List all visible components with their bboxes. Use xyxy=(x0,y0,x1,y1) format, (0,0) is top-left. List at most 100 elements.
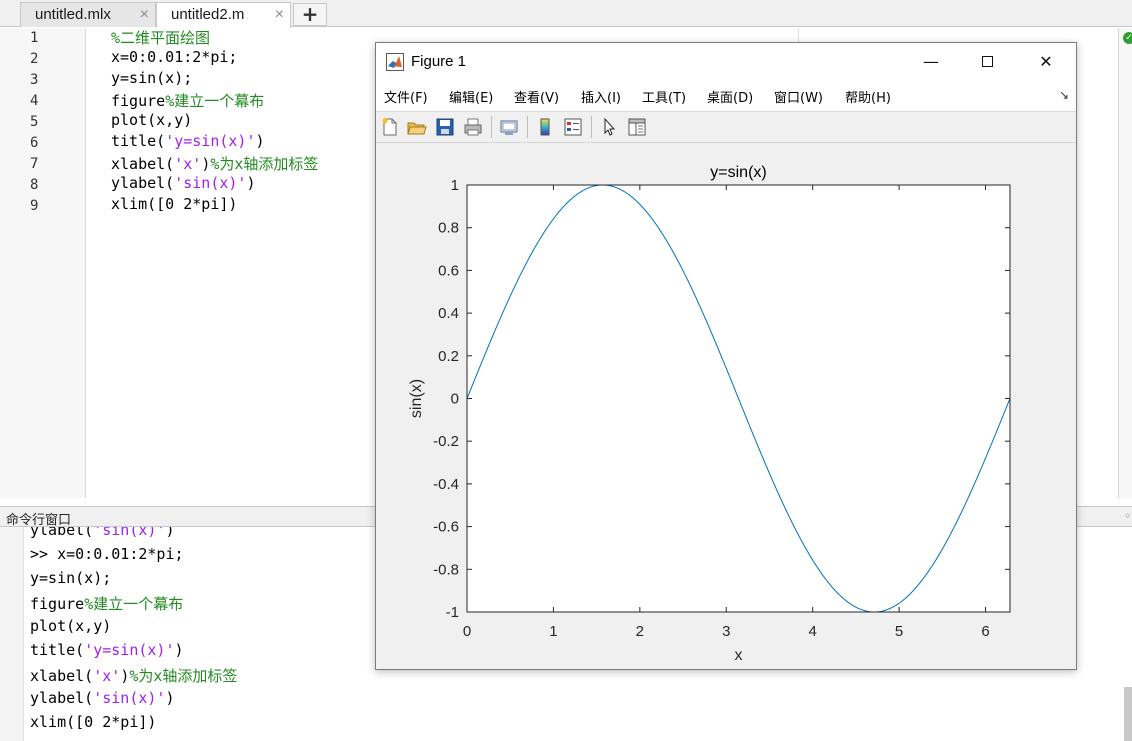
menu-insert[interactable]: 插入(I) xyxy=(581,87,621,106)
y-tick-label: 0.4 xyxy=(438,305,459,322)
new-figure-icon[interactable] xyxy=(379,116,401,138)
code-line: title('y=sin(x)') xyxy=(111,132,265,150)
command-window-title: 命令行窗口 xyxy=(6,513,72,528)
tab-untitled-mlx[interactable]: untitled.mlx × xyxy=(20,2,156,27)
y-tick-label: -0.2 xyxy=(433,433,459,450)
x-tick-label: 6 xyxy=(981,623,989,640)
insert-colorbar-icon[interactable] xyxy=(534,116,556,138)
code-token: ) xyxy=(165,527,175,539)
line-number: 5 xyxy=(30,114,39,130)
code-comment: %建立一个幕布 xyxy=(84,595,184,613)
line-number-gutter: 1 2 3 4 5 6 7 8 9 xyxy=(0,28,86,498)
code-analyzer-ok-icon[interactable]: ✓ xyxy=(1123,32,1132,44)
menu-help[interactable]: 帮助(H) xyxy=(845,87,891,106)
edit-plot-pointer-icon[interactable] xyxy=(599,116,621,138)
code-token: y=sin(x); xyxy=(111,69,193,87)
line-number: 6 xyxy=(30,135,39,151)
toolbar-separator xyxy=(491,116,492,138)
add-tab-button[interactable]: + xyxy=(293,3,327,26)
code-token: y=sin(x); xyxy=(30,569,112,587)
menu-desktop[interactable]: 桌面(D) xyxy=(707,87,753,106)
code-comment: %二维平面绘图 xyxy=(111,29,211,47)
close-tab-icon[interactable]: × xyxy=(140,3,149,26)
figure-title: Figure 1 xyxy=(411,53,467,70)
dock-figure-icon[interactable]: ↘ xyxy=(1059,88,1069,102)
menu-window[interactable]: 窗口(W) xyxy=(774,87,823,106)
line-number: 9 xyxy=(30,198,39,214)
code-token: plot(x,y) xyxy=(30,617,112,635)
property-editor-icon[interactable] xyxy=(626,116,648,138)
y-tick-label: -0.6 xyxy=(433,519,459,536)
command-line: title('y=sin(x)') xyxy=(30,641,184,659)
tab-untitled2-m[interactable]: untitled2.m × xyxy=(156,2,291,28)
code-string: 'sin(x)' xyxy=(93,527,166,539)
save-icon[interactable] xyxy=(434,116,456,138)
code-line: plot(x,y) xyxy=(111,111,192,129)
x-tick-label: 2 xyxy=(636,623,644,640)
plot-title: y=sin(x) xyxy=(710,164,766,181)
minimize-button[interactable]: — xyxy=(908,49,954,75)
figure-menubar: 文件(F) 编辑(E) 查看(V) 插入(I) 工具(T) 桌面(D) 窗口(W… xyxy=(376,81,1076,111)
tab-label: untitled2.m xyxy=(171,6,245,23)
code-string: 'sin(x)' xyxy=(93,689,166,707)
code-token: ) xyxy=(201,155,211,173)
code-token: xlim([0 2*pi]) xyxy=(30,713,157,731)
close-tab-icon[interactable]: × xyxy=(275,3,284,26)
code-line: y=sin(x); xyxy=(111,69,192,87)
code-token: ) xyxy=(120,667,130,685)
command-window-scrollbar[interactable] xyxy=(1124,687,1132,741)
open-file-icon[interactable] xyxy=(406,116,428,138)
y-tick-label: 1 xyxy=(451,177,459,194)
menu-view[interactable]: 查看(V) xyxy=(514,87,559,106)
code-token: figure xyxy=(30,595,85,613)
menu-file[interactable]: 文件(F) xyxy=(384,87,428,106)
figure-titlebar[interactable]: Figure 1 — ✕ xyxy=(376,43,1076,81)
print-icon[interactable] xyxy=(462,116,484,138)
command-line: xlabel('x')%为x轴添加标签 xyxy=(30,665,237,686)
line-number: 1 xyxy=(30,30,39,46)
code-line: x=0:0.01:2*pi; xyxy=(111,48,237,66)
editor-tab-strip: untitled.mlx × untitled2.m × + xyxy=(0,0,1132,28)
code-token: ylabel( xyxy=(30,689,94,707)
figure-toolbar xyxy=(376,111,1076,143)
line-number: 3 xyxy=(30,72,39,88)
menu-tools[interactable]: 工具(T) xyxy=(642,87,686,106)
code-token: xlim([0 2*pi]) xyxy=(111,195,238,213)
code-token: ) xyxy=(165,689,175,707)
x-tick-label: 5 xyxy=(895,623,903,640)
menu-edit[interactable]: 编辑(E) xyxy=(449,87,493,106)
y-tick-label: 0 xyxy=(451,391,459,408)
code-token: title( xyxy=(111,132,166,150)
editor-status-bar xyxy=(1118,28,1132,498)
y-tick-label: -0.8 xyxy=(433,561,459,578)
code-token: ) xyxy=(246,174,256,192)
code-comment: %为x轴添加标签 xyxy=(210,155,319,173)
y-tick-label: -0.4 xyxy=(433,476,459,493)
command-line: xlim([0 2*pi]) xyxy=(30,713,156,731)
tab-label: untitled.mlx xyxy=(35,6,111,23)
command-window-gutter xyxy=(0,527,24,741)
plot-axes[interactable]: 0 1 2 3 4 5 6-1-0.8-0.6-0.4-0.200.20.40.60.81 … xyxy=(376,144,1076,669)
close-button[interactable]: ✕ xyxy=(1023,49,1069,75)
y-tick-label: -1 xyxy=(446,604,459,621)
figure-canvas[interactable]: 0 1 2 3 4 5 6 -1 -0.8 -0.6 -0.4 -0.2 0 0.2 0.4 0.6 0.8 1 … xyxy=(376,144,1076,669)
code-string: 'sin(x)' xyxy=(174,174,247,192)
x-tick-label: 1 xyxy=(549,623,557,640)
insert-legend-icon[interactable] xyxy=(562,116,584,138)
command-line: y=sin(x); xyxy=(30,569,111,587)
line-number: 8 xyxy=(30,177,39,193)
line-number: 7 xyxy=(30,156,39,172)
collapse-panel-icon[interactable]: ◦ xyxy=(1124,509,1131,523)
code-string: 'x' xyxy=(174,155,202,173)
maximize-icon xyxy=(982,56,993,67)
code-line: %二维平面绘图 xyxy=(111,27,210,48)
x-tick-label: 4 xyxy=(809,623,817,640)
y-tick-label: 0.8 xyxy=(438,220,459,237)
code-token: xlabel( xyxy=(111,155,175,173)
toolbar-separator xyxy=(527,116,528,138)
code-token: plot(x,y) xyxy=(111,111,193,129)
maximize-button[interactable] xyxy=(964,49,1010,75)
figure-window[interactable]: Figure 1 — ✕ 文件(F) 编辑(E) 查看(V) 插入(I) 工具(… xyxy=(375,42,1077,670)
y-axis-label: sin(x) xyxy=(408,379,425,418)
link-plot-icon[interactable] xyxy=(498,116,520,138)
